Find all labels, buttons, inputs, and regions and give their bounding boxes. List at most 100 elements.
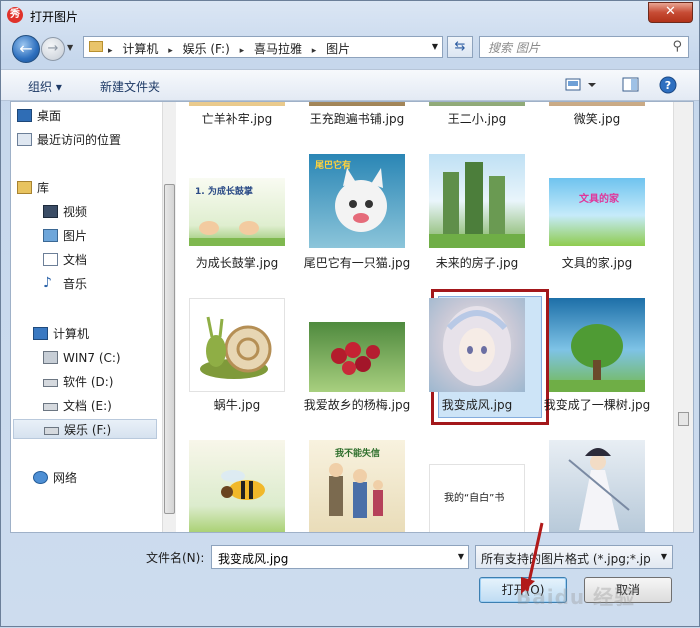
sidebar-item-drive-c[interactable]: WIN7 (C:) bbox=[43, 348, 121, 368]
sidebar-item-label: 计算机 bbox=[53, 327, 90, 341]
filetype-dropdown-icon[interactable]: ▼ bbox=[661, 552, 667, 561]
sidebar-item-desktop[interactable]: 桌面 bbox=[17, 106, 61, 126]
file-item[interactable]: 我爱故乡的杨梅.jpg bbox=[297, 296, 417, 426]
breadcrumb-separator-icon[interactable]: ▸ bbox=[168, 46, 173, 56]
video-icon bbox=[43, 205, 58, 218]
sidebar-item-documents[interactable]: 文档 bbox=[43, 250, 87, 270]
network-icon bbox=[33, 471, 48, 484]
pictures-icon bbox=[43, 229, 58, 242]
sidebar-item-label: 库 bbox=[37, 181, 50, 195]
file-thumbnail bbox=[189, 298, 285, 392]
sidebar-item-drive-e[interactable]: 文档 (E:) bbox=[43, 396, 112, 416]
file-item[interactable]: 1. 为成长鼓掌 为成长鼓掌.jpg bbox=[177, 152, 297, 292]
drive-d-icon bbox=[43, 379, 58, 387]
help-icon: ? bbox=[659, 76, 677, 94]
file-thumbnail bbox=[549, 102, 645, 106]
preview-pane-button[interactable] bbox=[621, 76, 641, 94]
file-thumbnail: 我不能失信 bbox=[309, 440, 405, 532]
cat-illustration-icon bbox=[335, 168, 387, 232]
file-thumbnail bbox=[189, 102, 285, 106]
sidebar-item-drive-f[interactable]: 娱乐 (F:) bbox=[13, 419, 157, 439]
sidebar-item-label: 网络 bbox=[53, 471, 78, 485]
tree-icon bbox=[549, 324, 645, 392]
filename-field[interactable]: ▼ bbox=[211, 545, 469, 569]
file-item[interactable]: 我不能失信 bbox=[297, 438, 417, 532]
sidebar-item-pictures[interactable]: 图片 bbox=[43, 226, 88, 246]
file-thumbnail bbox=[429, 102, 525, 106]
search-box[interactable]: ⚲ bbox=[479, 36, 689, 58]
sidebar-scroll-thumb[interactable] bbox=[164, 184, 175, 514]
sidebar-item-label: 娱乐 (F:) bbox=[64, 423, 112, 437]
file-item[interactable] bbox=[177, 438, 297, 532]
file-item[interactable]: 我变成了一棵树.jpg bbox=[537, 296, 657, 426]
search-input[interactable] bbox=[486, 39, 660, 57]
recent-pages-dropdown-icon[interactable]: ▼ bbox=[67, 43, 73, 52]
preview-pane-icon bbox=[622, 77, 639, 92]
file-item[interactable]: 我的“自白”书 bbox=[417, 438, 537, 532]
file-name: 尾巴它有一只猫.jpg bbox=[303, 256, 411, 270]
file-thumbnail bbox=[549, 298, 645, 392]
breadcrumb-computer[interactable]: 计算机 bbox=[122, 42, 158, 56]
file-thumbnail bbox=[189, 440, 285, 532]
close-button[interactable]: ✕ bbox=[648, 2, 693, 23]
breadcrumb-pictures[interactable]: 图片 bbox=[326, 42, 350, 56]
open-image-dialog: 秀 打开图片 ✕ ← → ▼ ▸ 计算机 ▸ 娱乐 (F:) ▸ 喜马拉雅 ▸ … bbox=[0, 0, 700, 627]
file-thumbnail bbox=[429, 298, 525, 392]
file-item[interactable] bbox=[537, 438, 657, 532]
sidebar-item-label: 视频 bbox=[63, 205, 88, 219]
file-item[interactable]: 蜗牛.jpg bbox=[177, 296, 297, 426]
new-folder-button[interactable]: 新建文件夹 bbox=[100, 78, 160, 95]
search-icon[interactable]: ⚲ bbox=[672, 39, 682, 54]
sidebar-item-label: 音乐 bbox=[63, 277, 88, 291]
thumbnail-caption: 文具的家 bbox=[579, 194, 619, 205]
breadcrumb-separator-icon[interactable]: ▸ bbox=[312, 46, 317, 56]
sidebar-item-drive-d[interactable]: 软件 (D:) bbox=[43, 372, 113, 392]
breadcrumb-himalaya[interactable]: 喜马拉雅 bbox=[254, 42, 302, 56]
file-name: 微笑.jpg bbox=[573, 112, 621, 126]
file-grid-scroll-thumb[interactable] bbox=[678, 412, 689, 426]
help-button[interactable]: ? bbox=[659, 76, 679, 94]
folder-icon bbox=[89, 41, 103, 52]
filename-dropdown-icon[interactable]: ▼ bbox=[458, 552, 464, 561]
breadcrumb-drive-f[interactable]: 娱乐 (F:) bbox=[183, 42, 230, 56]
address-dropdown-icon[interactable]: ▼ bbox=[432, 42, 438, 51]
file-name: 未来的房子.jpg bbox=[435, 256, 519, 270]
sidebar-item-network[interactable]: 网络 bbox=[33, 468, 78, 488]
file-item[interactable]: 未来的房子.jpg bbox=[417, 152, 537, 292]
sidebar-item-computer[interactable]: 计算机 bbox=[33, 324, 90, 344]
title-bar: 秀 打开图片 ✕ bbox=[1, 1, 699, 31]
filetype-select[interactable]: 所有支持的图片格式 (*.jpg;*.jp ▼ bbox=[475, 545, 673, 569]
file-item[interactable]: 文具的家 文具的家.jpg bbox=[537, 152, 657, 292]
filename-input[interactable] bbox=[216, 549, 440, 567]
file-name: 王二小.jpg bbox=[447, 112, 507, 126]
content-area: 桌面 最近访问的位置 库 视频 图片 文档 ♪ 音乐 计算机 WIN7 (C:)… bbox=[10, 101, 694, 533]
sidebar-item-recent-places[interactable]: 最近访问的位置 bbox=[17, 130, 121, 150]
file-grid-scrollbar[interactable] bbox=[673, 102, 693, 532]
back-button[interactable]: ← bbox=[12, 35, 40, 63]
forward-button[interactable]: → bbox=[41, 37, 65, 61]
sidebar-item-music[interactable]: ♪ 音乐 bbox=[43, 274, 88, 294]
file-thumbnail bbox=[549, 440, 645, 532]
change-view-button[interactable] bbox=[564, 76, 598, 94]
file-name: 文具的家.jpg bbox=[561, 256, 633, 270]
sidebar-scrollbar[interactable] bbox=[162, 102, 176, 532]
open-button[interactable]: 打开(O) bbox=[479, 577, 567, 603]
address-bar[interactable]: ▸ 计算机 ▸ 娱乐 (F:) ▸ 喜马拉雅 ▸ 图片 ▼ bbox=[83, 36, 443, 58]
bayberry-icon bbox=[331, 342, 380, 375]
sidebar-item-library[interactable]: 库 bbox=[17, 178, 50, 198]
breadcrumb-separator-icon[interactable]: ▸ bbox=[240, 46, 245, 56]
cancel-button[interactable]: 取消 bbox=[584, 577, 672, 603]
breadcrumb-separator-icon[interactable]: ▸ bbox=[108, 46, 113, 56]
sidebar-item-video[interactable]: 视频 bbox=[43, 202, 88, 222]
refresh-button[interactable]: ⇆ bbox=[447, 36, 473, 58]
file-item-selected[interactable]: 我变成风.jpg bbox=[417, 296, 537, 426]
dialog-footer: 文件名(N): ▼ 所有支持的图片格式 (*.jpg;*.jp ▼ 打开(O) … bbox=[1, 533, 699, 626]
file-thumbnail bbox=[429, 154, 525, 248]
sidebar-item-label: 图片 bbox=[63, 229, 88, 243]
people-illustration-icon bbox=[329, 463, 383, 518]
filename-label: 文件名(N): bbox=[146, 551, 205, 565]
organize-button[interactable]: 组织 ▾ bbox=[28, 78, 62, 95]
file-item[interactable]: 尾巴它有 尾巴它有一只猫.jpg bbox=[297, 152, 417, 292]
file-name: 我变成了一棵树.jpg bbox=[543, 398, 651, 412]
file-thumbnail: 1. 为成长鼓掌 bbox=[189, 178, 285, 246]
